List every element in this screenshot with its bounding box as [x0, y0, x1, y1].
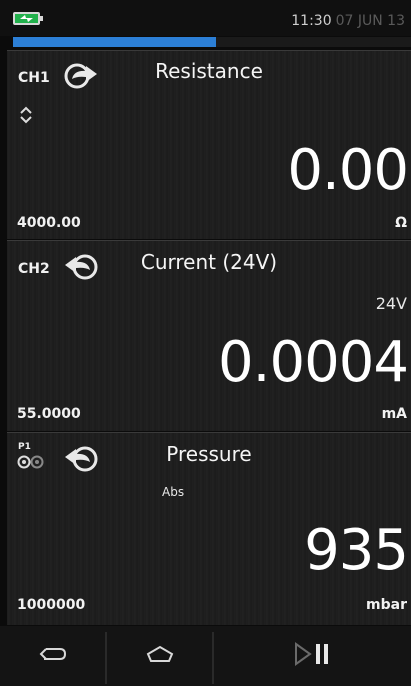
- clock: 11:30 07 JUN 13: [291, 13, 405, 29]
- channel-title: Resistance: [155, 59, 263, 83]
- supply-voltage: 24V: [375, 294, 407, 313]
- channel-panel-p1[interactable]: P1 Pressure Abs 935 1000000 mbar: [7, 432, 411, 625]
- battery-icon: [13, 12, 43, 25]
- channel-reading: 0.00: [287, 138, 409, 203]
- channel-unit: Ω: [395, 215, 407, 231]
- channel-reading: 935: [304, 518, 409, 583]
- channel-range: 55.0000: [17, 406, 81, 422]
- time-text: 11:30: [291, 13, 332, 29]
- channel-range: 4000.00: [17, 215, 81, 231]
- date-text: 07 JUN 13: [335, 13, 405, 29]
- back-icon: [38, 645, 68, 667]
- channel-title: Pressure: [166, 442, 252, 466]
- up-down-chevron-icon[interactable]: [19, 105, 33, 129]
- play-pause-icon: [293, 641, 333, 671]
- navigation-bar: [0, 626, 411, 686]
- progress-fill: [13, 37, 216, 47]
- channel-reading: 0.0004: [218, 330, 409, 395]
- home-icon: [145, 644, 175, 668]
- channel-title: Current (24V): [140, 250, 278, 274]
- home-button[interactable]: [107, 626, 212, 686]
- channel-unit: mA: [381, 406, 407, 422]
- channel-panel-ch1[interactable]: CH1 Resistance 0.00 4000.00 Ω: [7, 50, 411, 239]
- pressure-mode: Abs: [162, 485, 185, 499]
- status-bar: 11:30 07 JUN 13: [0, 0, 411, 36]
- channel-range: 1000000: [17, 597, 86, 613]
- channel-panel-ch2[interactable]: CH2 Current (24V) 24V 0.0004 55.0000 mA: [7, 240, 411, 431]
- back-button[interactable]: [0, 626, 105, 686]
- channel-unit: mbar: [366, 597, 407, 613]
- progress-bar: [13, 37, 411, 47]
- play-pause-button[interactable]: [214, 626, 411, 686]
